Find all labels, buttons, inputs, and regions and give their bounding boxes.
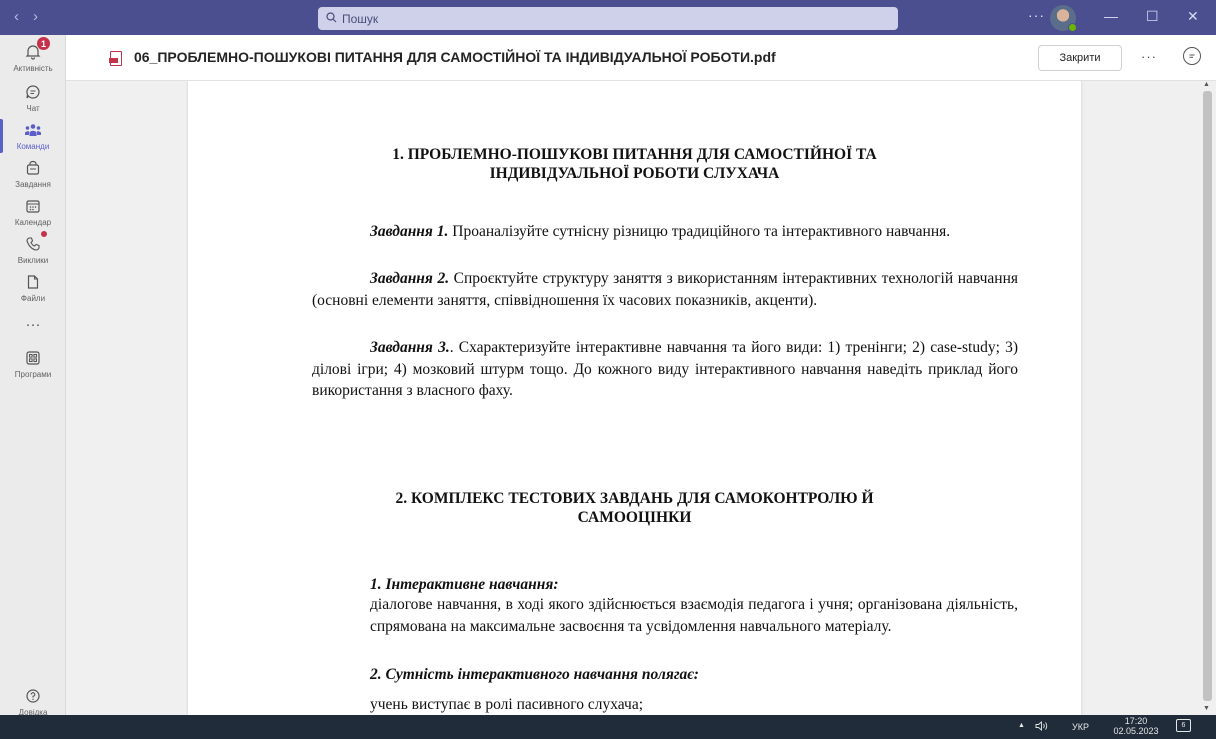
section-2-title-line-1: 2. КОМПЛЕКС ТЕСТОВИХ ЗАВДАНЬ ДЛЯ САМОКОН… [395, 490, 874, 507]
rail-item-teams[interactable]: Команди [0, 119, 66, 153]
avatar[interactable] [1050, 5, 1077, 32]
rail-item-calls[interactable]: Виклики [0, 231, 66, 265]
assignments-icon [22, 157, 44, 179]
rail-item-label: Завдання [15, 180, 51, 189]
forward-arrow-icon[interactable]: › [33, 8, 38, 25]
clock[interactable]: 17:20 02.05.2023 [1106, 716, 1166, 736]
search-input[interactable]: Пошук [318, 7, 898, 30]
pdf-page: 1. ПРОБЛЕМНО-ПОШУКОВІ ПИТАННЯ ДЛЯ САМОСТ… [188, 81, 1081, 715]
rail-item-label: Активність [13, 64, 53, 73]
close-window-button[interactable]: ✕ [1187, 8, 1199, 25]
question-2-title: 2. Сутність інтерактивного навчання поля… [370, 666, 699, 683]
task-1-text: Проаналізуйте сутнісну різницю традиційн… [448, 223, 951, 240]
task-1-lead: Завдання 1. [370, 223, 449, 240]
history-nav: ‹ › [14, 8, 38, 25]
question-1-title: 1. Інтерактивне навчання: [370, 576, 559, 593]
search-placeholder: Пошук [342, 11, 379, 26]
back-arrow-icon[interactable]: ‹ [14, 8, 19, 25]
rail-item-apps[interactable]: Програми [0, 347, 66, 379]
rail-item-calendar[interactable]: Календар [0, 195, 66, 227]
task-2: Завдання 2. Спроєктуйте структуру занятт… [312, 268, 1018, 311]
task-3: Завдання 3.. Схарактеризуйте інтерактивн… [312, 337, 1018, 402]
rail-item-files[interactable]: Файли [0, 271, 66, 303]
rail-item-activity[interactable]: 1 Активність [0, 37, 66, 73]
windows-taskbar: ▲ УКР 17:20 02.05.2023 6 [0, 715, 1216, 739]
rail-item-label: Файли [20, 294, 46, 303]
rail-item-chat[interactable]: Чат [0, 81, 66, 113]
rail-item-label: Програми [14, 370, 52, 379]
document-title: 06_ПРОБЛЕМНО-ПОШУКОВІ ПИТАННЯ ДЛЯ САМОСТ… [134, 49, 776, 65]
close-document-button[interactable]: Закрити [1038, 45, 1122, 71]
question-2-text: учень виступає в ролі пасивного слухача; [370, 696, 644, 713]
rail-item-label: Виклики [17, 256, 49, 265]
task-2-lead: Завдання 2. [370, 270, 450, 287]
section-2-title: 2. КОМПЛЕКС ТЕСТОВИХ ЗАВДАНЬ ДЛЯ САМОКОН… [188, 489, 1081, 527]
pdf-file-icon [109, 51, 122, 66]
section-1-title-line-2: ІНДИВІДУАЛЬНОЇ РОБОТИ СЛУХАЧА [489, 165, 780, 182]
apps-icon [22, 347, 44, 369]
clock-date: 02.05.2023 [1113, 726, 1159, 736]
scroll-down-icon[interactable]: ▼ [1203, 705, 1210, 712]
file-icon [22, 271, 44, 293]
more-options-icon[interactable]: ··· [1028, 7, 1045, 23]
tray-expand-icon[interactable]: ▲ [1018, 722, 1025, 729]
calls-badge-dot [41, 231, 47, 237]
task-1: Завдання 1. Проаналізуйте сутнісну різни… [312, 221, 1018, 243]
document-header: 06_ПРОБЛЕМНО-ПОШУКОВІ ПИТАННЯ ДЛЯ САМОСТ… [66, 35, 1216, 81]
app-bar: 1 Активність Чат Команди Завдання Календ… [0, 35, 66, 717]
rail-item-assignments[interactable]: Завдання [0, 157, 66, 189]
more-options-icon: ··· [25, 315, 41, 333]
title-bar: ‹ › Пошук ··· — ☐ ✕ [0, 0, 1216, 35]
volume-icon[interactable] [1035, 721, 1049, 733]
clock-time: 17:20 [1124, 716, 1148, 726]
chat-icon [22, 81, 44, 103]
more-options-icon[interactable]: ··· [1141, 49, 1157, 64]
rail-item-label: Команди [16, 142, 50, 151]
task-3-lead: Завдання 3. [370, 339, 450, 356]
question-1-text: діалогове навчання, в ході якого здійсню… [370, 596, 1018, 635]
section-1-title: 1. ПРОБЛЕМНО-ПОШУКОВІ ПИТАННЯ ДЛЯ САМОСТ… [188, 145, 1081, 183]
scroll-up-icon[interactable]: ▲ [1203, 81, 1210, 88]
minimize-button[interactable]: — [1104, 8, 1118, 24]
help-icon [22, 685, 44, 707]
teams-icon [22, 119, 44, 141]
calendar-icon [22, 195, 44, 217]
activity-badge: 1 [37, 37, 50, 50]
rail-item-label: Календар [14, 218, 52, 227]
bell-icon: 1 [22, 37, 50, 63]
search-icon [326, 11, 337, 26]
rail-more-button[interactable]: ··· [0, 313, 66, 335]
pdf-viewer[interactable]: 1. ПРОБЛЕМНО-ПОШУКОВІ ПИТАННЯ ДЛЯ САМОСТ… [66, 81, 1216, 715]
rail-item-help[interactable]: Довідка [0, 685, 66, 717]
maximize-button[interactable]: ☐ [1146, 8, 1159, 25]
conversation-icon[interactable] [1183, 47, 1201, 65]
input-language[interactable]: УКР [1072, 722, 1089, 732]
presence-available-icon [1068, 23, 1077, 32]
section-1-title-line-1: 1. ПРОБЛЕМНО-ПОШУКОВІ ПИТАННЯ ДЛЯ САМОСТ… [392, 146, 877, 163]
scrollbar-thumb[interactable] [1203, 91, 1212, 701]
rail-item-label: Чат [26, 104, 40, 113]
phone-icon [22, 231, 47, 255]
section-2-title-line-2: САМООЦІНКИ [577, 509, 692, 526]
notification-center-icon[interactable]: 6 [1176, 719, 1191, 732]
vertical-scrollbar[interactable]: ▲ ▼ [1198, 81, 1216, 715]
